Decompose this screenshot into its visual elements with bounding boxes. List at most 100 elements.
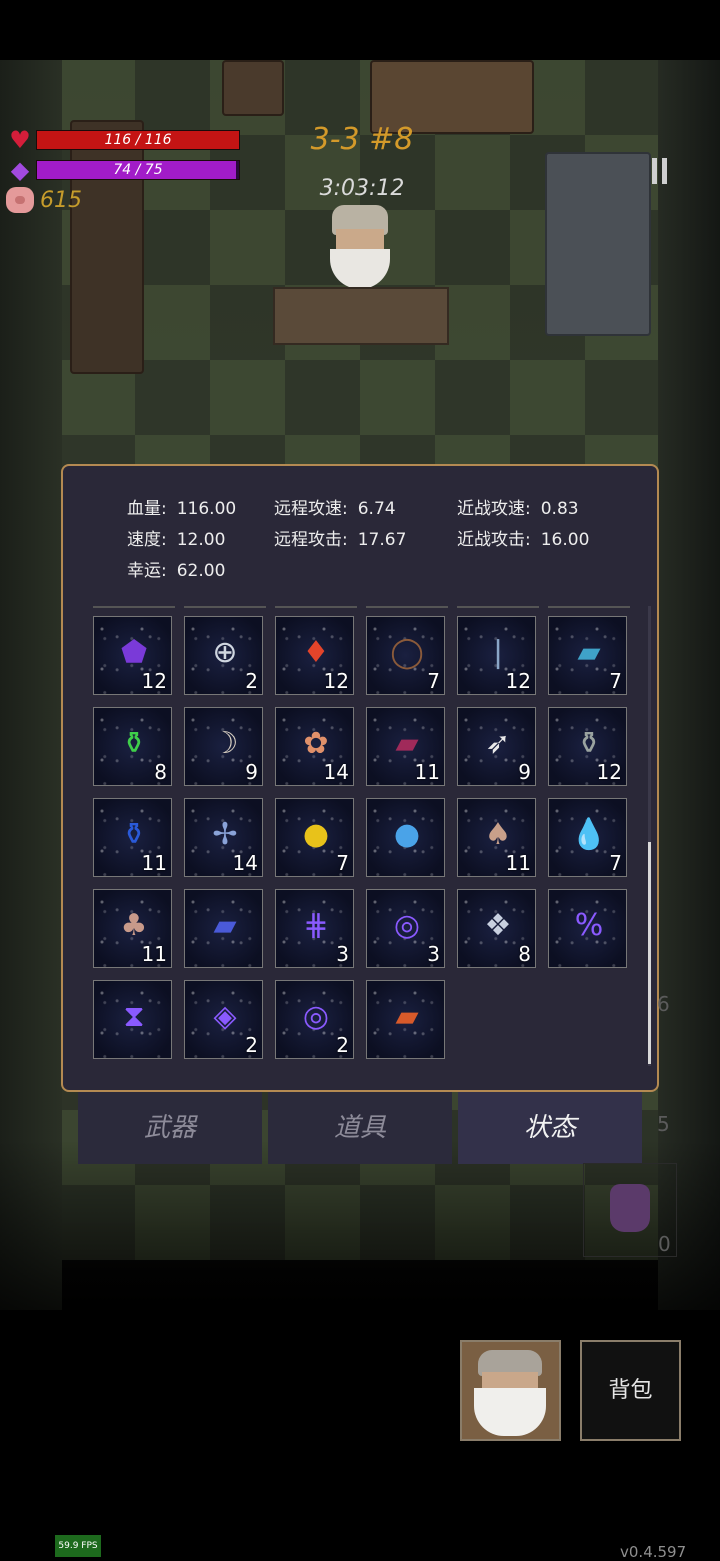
side-counter-b: 5 [657, 1112, 670, 1136]
red-crystal-icon: ♦ [302, 635, 330, 670]
swirl-rune-icon: ◎ [302, 999, 330, 1034]
merchant-table [273, 287, 449, 345]
stat-ranged-speed: 远程攻速: 6.74 [274, 494, 396, 519]
stat-value: 12.00 [176, 530, 226, 550]
item-count: 3 [427, 942, 440, 966]
inventory-slot[interactable]: ➶ 9 [457, 707, 536, 786]
steel-cube-icon: ❖ [484, 908, 512, 943]
potion-quickslot[interactable]: 0 [583, 1163, 677, 1257]
mp-row: ◆ 74 / 75 [6, 158, 240, 182]
side-counter-a: 6 [657, 992, 670, 1016]
inventory-slot[interactable]: ⋕ 3 [275, 889, 354, 968]
item-count: 7 [336, 851, 349, 875]
inventory-slot[interactable]: ❘ 12 [457, 616, 536, 695]
inventory-slot[interactable]: 💧 7 [548, 798, 627, 877]
gray-potion-icon: ⚱ [576, 726, 602, 761]
level-indicator: 3-3 #8 [310, 122, 414, 157]
portrait-beard [474, 1388, 546, 1436]
inventory-slot[interactable]: ✢ 14 [184, 798, 263, 877]
inventory-slot[interactable]: ❖ 8 [457, 889, 536, 968]
item-count: 11 [414, 760, 440, 784]
piggy-bank-icon [6, 187, 34, 213]
pouch-icon: ♠ [484, 817, 512, 852]
red-spellbook-icon: ▰ [395, 726, 419, 761]
item-scrollbar[interactable] [648, 606, 651, 1066]
purple-gem-icon: ⬟ [120, 635, 148, 670]
inventory-slot[interactable]: ♦ 12 [275, 616, 354, 695]
silver-ring-icon: ⊕ [212, 635, 238, 670]
pause-icon-bar-left [652, 158, 657, 184]
inventory-slot[interactable]: ☽ 9 [184, 707, 263, 786]
stat-speed: 速度: 12.00 [127, 525, 225, 550]
inventory-slot[interactable]: ◎ 2 [275, 980, 354, 1059]
feather-icon: ➶ [485, 726, 511, 761]
inventory-slot[interactable]: % [548, 889, 627, 968]
stat-value: 17.67 [357, 530, 407, 550]
scroll-top-edge [93, 606, 630, 608]
stat-melee-speed: 近战攻速: 0.83 [457, 494, 579, 519]
inventory-slot[interactable]: ⊕ 2 [184, 616, 263, 695]
inventory-slot[interactable]: ⧗ [93, 980, 172, 1059]
hp-text: 116 / 116 [104, 132, 172, 148]
item-count: 2 [245, 669, 258, 693]
rune-icon: ⋕ [303, 908, 329, 943]
inventory-slot[interactable]: ● [366, 798, 445, 877]
panel-tabs: 武器 道具 状态 [78, 1092, 644, 1164]
inventory-slot[interactable]: ▰ 7 [548, 616, 627, 695]
percent-rune-icon: % [574, 908, 604, 943]
green-potion-icon: ⚱ [121, 726, 147, 761]
pause-icon-bar-right [662, 158, 667, 184]
inventory-slot[interactable]: ⚱ 11 [93, 798, 172, 877]
mana-icon: ◆ [10, 156, 30, 184]
inventory-slot[interactable]: ♠ 11 [457, 798, 536, 877]
alchemy-table-prop [545, 152, 651, 336]
backpack-button[interactable]: 背包 [580, 1340, 681, 1441]
stat-key: 远程攻速: [274, 499, 348, 519]
item-count: 11 [505, 851, 531, 875]
item-count: 2 [245, 1033, 258, 1057]
inventory-slot[interactable]: ⚱ 12 [548, 707, 627, 786]
spiral-rune-icon: ◎ [393, 908, 421, 943]
inventory-slot[interactable]: ⚱ 8 [93, 707, 172, 786]
character-portrait-button[interactable] [460, 1340, 561, 1441]
stat-value: 62.00 [176, 561, 226, 581]
inventory-slot[interactable]: ◎ 3 [366, 889, 445, 968]
inventory-slot[interactable]: ◈ 2 [184, 980, 263, 1059]
scrollbar-thumb[interactable] [648, 842, 651, 1064]
fps-counter: 59.9 FPS [55, 1535, 101, 1557]
inventory-slot[interactable]: ♣ 11 [93, 889, 172, 968]
inventory-slot[interactable]: ● 7 [275, 798, 354, 877]
inventory-slot[interactable]: ▰ 11 [366, 707, 445, 786]
status-panel: 血量: 116.00 远程攻速: 6.74 近战攻速: 0.83 速度: 12.00 远… [61, 464, 659, 1092]
mp-bar: 74 / 75 [36, 160, 240, 180]
tab-weapons[interactable]: 武器 [78, 1092, 262, 1164]
fire-book-icon: ▰ [395, 999, 419, 1034]
stat-key: 血量: [127, 499, 167, 519]
item-count: 7 [427, 669, 440, 693]
inventory-slot[interactable]: ▰ [184, 889, 263, 968]
stat-key: 近战攻击: [457, 530, 531, 550]
stat-value: 16.00 [540, 530, 590, 550]
item-count: 12 [323, 669, 349, 693]
item-count: 3 [336, 942, 349, 966]
inventory-slot[interactable]: ◯ 7 [366, 616, 445, 695]
stat-key: 近战攻速: [457, 499, 531, 519]
item-count: 12 [141, 669, 167, 693]
thorn-wreath-icon: ◯ [390, 635, 424, 670]
horn-icon: ☽ [211, 726, 239, 761]
inventory-slot[interactable]: ✿ 14 [275, 707, 354, 786]
tab-items[interactable]: 道具 [268, 1092, 452, 1164]
stat-key: 远程攻击: [274, 530, 348, 550]
crate-prop [222, 60, 284, 116]
tab-status[interactable]: 状态 [458, 1092, 642, 1164]
pause-button[interactable] [650, 158, 670, 184]
mushroom-icon: ♣ [120, 908, 148, 943]
tome-icon: ▰ [213, 908, 237, 943]
inventory-slot[interactable]: ▰ [366, 980, 445, 1059]
item-count: 12 [596, 760, 622, 784]
npc-beard [330, 249, 390, 289]
gold-row: 615 [6, 187, 82, 213]
item-count: 9 [518, 760, 531, 784]
inventory-slot[interactable]: ⬟ 12 [93, 616, 172, 695]
version-label: v0.4.597 [620, 1543, 687, 1561]
